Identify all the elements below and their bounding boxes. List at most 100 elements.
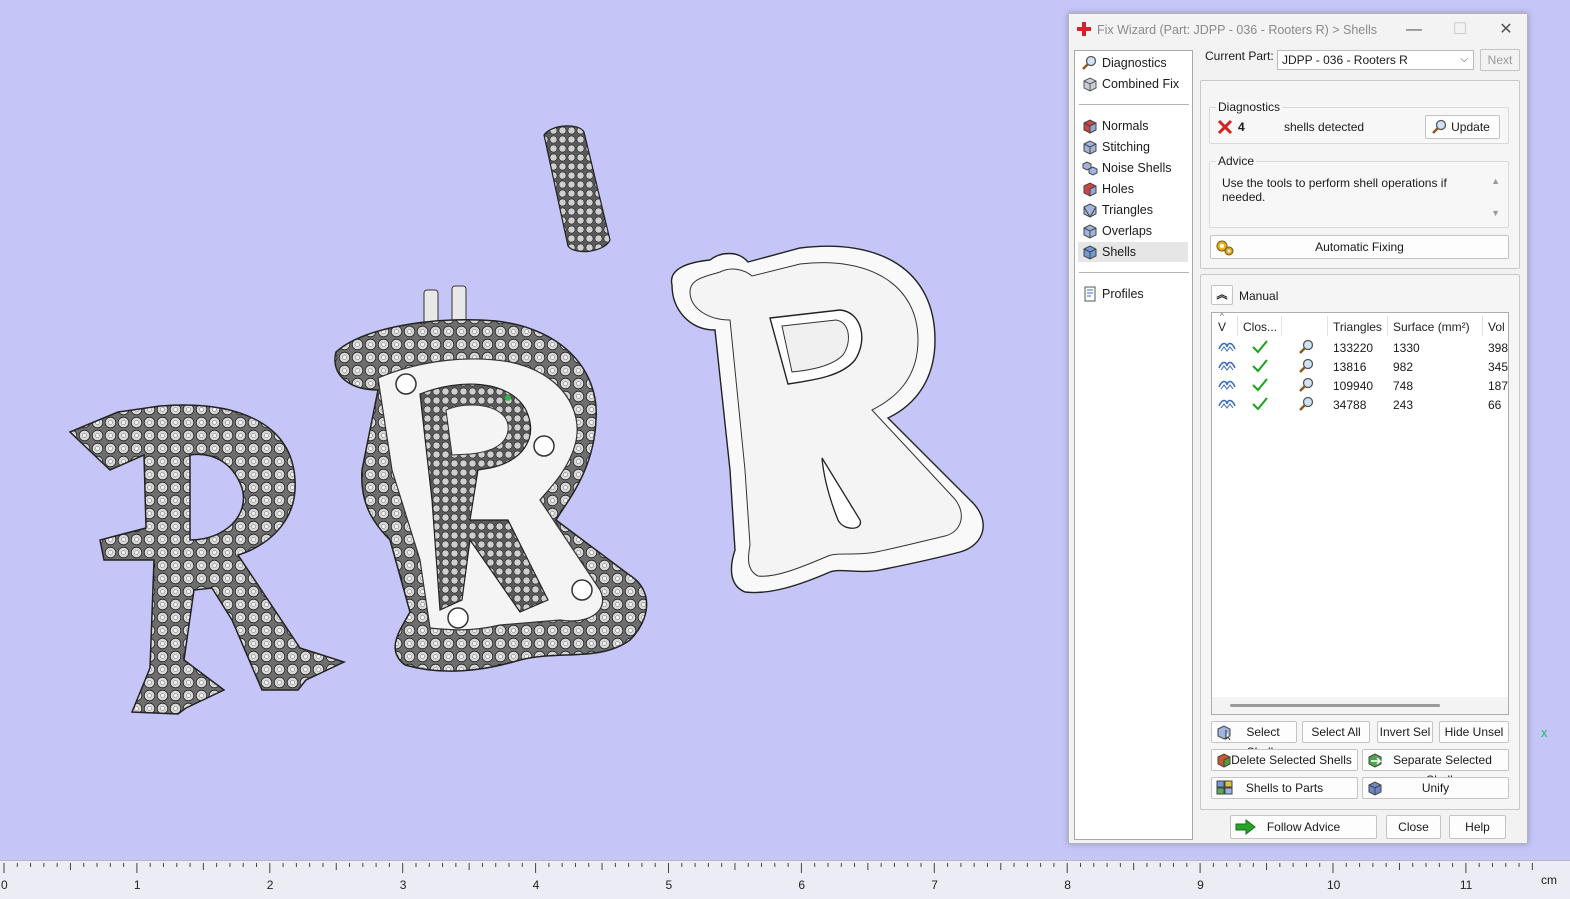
- close-window-button[interactable]: ✕: [1491, 20, 1521, 40]
- visibility-icon[interactable]: [1218, 379, 1236, 391]
- follow-advice-label: Follow Advice: [1266, 820, 1341, 834]
- maximize-button[interactable]: ☐: [1445, 20, 1475, 40]
- nav-label-profiles: Profiles: [1102, 287, 1144, 301]
- magnifier-icon: [1432, 119, 1447, 134]
- triangles-cube-icon: [1083, 203, 1097, 218]
- nav-label-normals: Normals: [1102, 119, 1149, 133]
- zoom-to-shell-icon[interactable]: [1297, 377, 1315, 393]
- table-row[interactable]: 133220 1330 398: [1212, 338, 1508, 357]
- zoom-to-shell-icon[interactable]: [1297, 339, 1315, 355]
- visibility-icon[interactable]: [1218, 360, 1236, 372]
- separate-shells-icon: [1368, 753, 1382, 768]
- nav-item-stitching[interactable]: Stitching: [1078, 137, 1188, 157]
- fix-wizard-dialog: Fix Wizard (Part: JDPP - 036 - Rooters R…: [1068, 13, 1528, 844]
- zoom-to-shell-icon[interactable]: [1297, 358, 1315, 374]
- help-button[interactable]: Help: [1449, 815, 1506, 839]
- table-row[interactable]: 34788 243 66: [1212, 395, 1508, 414]
- nav-item-overlaps[interactable]: Overlaps: [1078, 221, 1188, 241]
- cell-volume: 398: [1488, 341, 1509, 355]
- nav-label-shells: Shells: [1102, 245, 1137, 259]
- header-surface[interactable]: Surface (mm²): [1393, 320, 1470, 334]
- scrollbar-thumb[interactable]: [1230, 704, 1440, 707]
- next-button[interactable]: Next: [1480, 49, 1520, 71]
- minimize-button[interactable]: —: [1399, 20, 1429, 40]
- ruler-label: 11: [1459, 878, 1473, 892]
- sort-caret-icon: ^: [1220, 312, 1224, 321]
- checkmark-icon: [1252, 340, 1268, 354]
- ruler-label: 5: [665, 878, 673, 892]
- ruler-unit: cm: [1541, 873, 1557, 887]
- hide-unselected-button[interactable]: Hide Unsel: [1439, 721, 1509, 743]
- nav-item-triangles[interactable]: Triangles: [1078, 200, 1188, 220]
- stitching-cube-icon: [1083, 140, 1097, 155]
- current-part-select[interactable]: JDPP - 036 - Rooters R ⌵: [1277, 50, 1474, 70]
- visibility-icon[interactable]: [1218, 398, 1236, 410]
- checkmark-icon: [1252, 397, 1268, 411]
- shells-to-parts-button[interactable]: Shells to Parts: [1211, 777, 1358, 799]
- update-button[interactable]: Update: [1425, 115, 1500, 139]
- cell-triangles: 109940: [1333, 379, 1374, 393]
- nav-label-combined-fix: Combined Fix: [1102, 77, 1180, 91]
- bottom-ruler: 0 1 2 3 4 5 6 7 8 9 10 11 cm: [0, 860, 1570, 899]
- follow-advice-button[interactable]: Follow Advice: [1230, 815, 1377, 839]
- overlaps-cube-icon: [1083, 224, 1097, 239]
- red-cross-icon: [1077, 22, 1091, 36]
- nav-label-diagnostics: Diagnostics: [1102, 56, 1167, 70]
- checkmark-icon: [1252, 359, 1268, 373]
- current-part-label: Current Part:: [1205, 49, 1274, 63]
- collapse-manual-button[interactable]: ︽: [1211, 285, 1233, 305]
- part-models[interactable]: [0, 0, 1070, 860]
- nav-item-shells[interactable]: Shells: [1078, 242, 1188, 262]
- shells-to-parts-label: Shells to Parts: [1245, 781, 1324, 795]
- axis-x-indicator: x: [1541, 725, 1548, 740]
- scroll-up-icon[interactable]: ▲: [1491, 176, 1500, 186]
- shell-left-r: [68, 404, 347, 715]
- nav-separator: [1079, 272, 1189, 273]
- window-title: Fix Wizard (Part: JDPP - 036 - Rooters R…: [1097, 23, 1378, 37]
- delete-selected-shells-button[interactable]: Delete Selected Shells: [1211, 749, 1358, 771]
- automatic-fixing-label: Automatic Fixing: [1315, 240, 1404, 254]
- diagnostics-group: 4 shells detected Update Diagnostics Use…: [1200, 80, 1520, 269]
- cell-triangles: 13816: [1333, 360, 1367, 374]
- nav-item-combined-fix[interactable]: Combined Fix: [1078, 74, 1188, 94]
- nav-label-stitching: Stitching: [1102, 140, 1150, 154]
- zoom-to-shell-icon[interactable]: [1297, 396, 1315, 412]
- cell-volume: 187: [1488, 379, 1509, 393]
- nav-label-noise-shells: Noise Shells: [1102, 161, 1172, 175]
- nav-label-overlaps: Overlaps: [1102, 224, 1153, 238]
- title-bar[interactable]: Fix Wizard (Part: JDPP - 036 - Rooters R…: [1069, 14, 1527, 47]
- table-row[interactable]: 109940 748 187: [1212, 376, 1508, 395]
- nav-item-noise-shells[interactable]: Noise Shells: [1078, 158, 1188, 178]
- nav-item-diagnostics[interactable]: Diagnostics: [1078, 53, 1188, 73]
- select-all-button[interactable]: Select All: [1302, 721, 1370, 743]
- close-button[interactable]: Close: [1386, 815, 1441, 839]
- advice-legend: Advice: [1216, 154, 1257, 168]
- shells-panel: Current Part: JDPP - 036 - Rooters R ⌵ N…: [1199, 47, 1524, 842]
- cell-surface: 243: [1393, 398, 1414, 412]
- table-row[interactable]: 13816 982 345: [1212, 357, 1508, 376]
- automatic-fixing-button[interactable]: Automatic Fixing: [1210, 235, 1509, 259]
- cell-volume: 66: [1488, 398, 1502, 412]
- header-closed[interactable]: Clos...: [1243, 320, 1277, 334]
- nav-item-profiles[interactable]: Profiles: [1078, 284, 1188, 304]
- double-chevron-up-icon: ︽: [1216, 289, 1228, 301]
- shells-table[interactable]: V ^ Clos... Triangles Surface (mm²) Vol …: [1211, 312, 1509, 715]
- select-shells-button[interactable]: Select Shells: [1211, 721, 1297, 759]
- invert-selection-button[interactable]: Invert Sel: [1377, 721, 1433, 743]
- separate-selected-shells-button[interactable]: Separate Selected Shells: [1362, 749, 1509, 787]
- nav-item-normals[interactable]: Normals: [1078, 116, 1188, 136]
- shells-cube-icon: [1083, 245, 1097, 260]
- cell-triangles: 133220: [1333, 341, 1374, 355]
- unify-button[interactable]: Unify: [1362, 777, 1509, 799]
- nav-item-holes[interactable]: Holes: [1078, 179, 1188, 199]
- header-visible[interactable]: V: [1218, 320, 1226, 334]
- visibility-icon[interactable]: [1218, 341, 1236, 353]
- header-triangles[interactable]: Triangles: [1333, 320, 1382, 334]
- diagnostics-legend: Diagnostics: [1216, 100, 1283, 114]
- horizontal-scrollbar[interactable]: [1212, 697, 1508, 714]
- normals-cube-icon: [1083, 119, 1097, 134]
- header-volume[interactable]: Vol: [1488, 320, 1505, 334]
- select-shells-icon: [1217, 725, 1231, 740]
- noise-shells-icon: [1082, 161, 1098, 176]
- scroll-down-icon[interactable]: ▼: [1491, 208, 1500, 218]
